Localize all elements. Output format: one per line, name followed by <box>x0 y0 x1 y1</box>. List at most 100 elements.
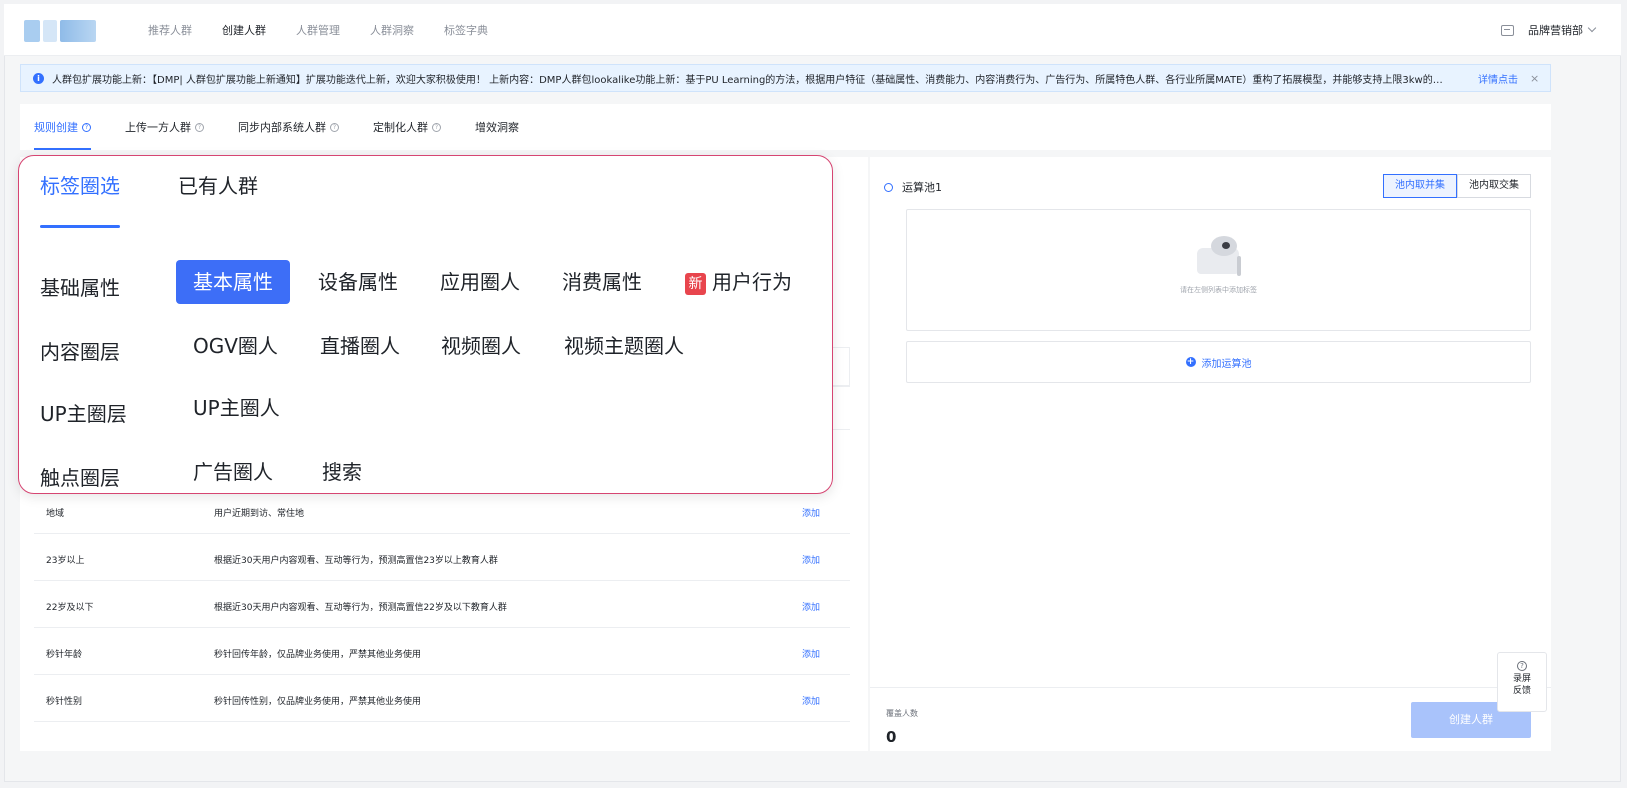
help-icon[interactable]: ? <box>432 122 441 132</box>
tag-name: 秒针性别 <box>46 697 83 707</box>
tab-custom[interactable]: 定制化人群 ? <box>373 104 441 150</box>
category-label: 基础属性 <box>40 276 120 300</box>
category-label: 触点圈层 <box>40 466 120 490</box>
tab-upload-first-party[interactable]: 上传一方人群 ? <box>125 104 204 150</box>
question-icon: ? <box>1517 661 1527 671</box>
feedback-button[interactable]: ? 录屏 反馈 <box>1497 652 1547 712</box>
category-row-content: 内容圈层 OGV圈人 直播圈人 视频圈人 视频主题圈人 <box>40 324 820 368</box>
chip-basic-attr[interactable]: 基本属性 <box>176 260 290 304</box>
coverage-value: 0 <box>886 728 897 746</box>
chip-user-behavior[interactable]: 新用户行为 <box>685 260 792 304</box>
chip-video-audience[interactable]: 视频圈人 <box>441 324 521 368</box>
category-row-basic: 基础属性 基本属性 设备属性 应用圈人 消费属性 新用户行为 <box>40 260 820 304</box>
add-tag-button[interactable]: 添加 <box>802 600 820 613</box>
top-nav: 推荐人群 创建人群 人群管理 人群洞察 标签字典 品牌营销部 <box>4 4 1621 56</box>
coverage-label: 覆盖人数 <box>886 709 918 718</box>
user-name: 品牌营销部 <box>1528 24 1583 37</box>
help-icon[interactable]: ? <box>195 122 204 132</box>
chip-live-audience[interactable]: 直播圈人 <box>320 324 400 368</box>
nav-item-manage[interactable]: 人群管理 <box>296 22 340 38</box>
chip-consume-attr[interactable]: 消费属性 <box>562 260 642 304</box>
panel-footer: 覆盖人数 0 创建人群 <box>870 687 1551 751</box>
chip-up-audience[interactable]: UP主圈人 <box>193 386 280 430</box>
pool-header: 运算池1 <box>884 179 942 195</box>
add-tag-button[interactable]: 添加 <box>802 647 820 660</box>
tag-name: 地域 <box>46 509 65 519</box>
tag-desc: 根据近30天用户内容观看、互动等行为，预测高置信22岁及以下教育人群 <box>214 603 507 613</box>
category-row-up: UP主圈层 UP主圈人 <box>40 386 820 430</box>
tag-desc: 根据近30天用户内容观看、互动等行为，预测高置信23岁以上教育人群 <box>214 556 498 566</box>
nav-item-insight[interactable]: 人群洞察 <box>370 22 414 38</box>
tab-label: 上传一方人群 <box>125 121 191 134</box>
nav-item-dictionary[interactable]: 标签字典 <box>444 22 488 38</box>
tag-name: 23岁以上 <box>46 556 85 566</box>
add-tag-button[interactable]: 添加 <box>802 553 820 566</box>
chip-ogv-audience[interactable]: OGV圈人 <box>193 324 278 368</box>
category-label: 内容圈层 <box>40 340 120 364</box>
table-row: 秒针年龄 秒针回传年龄，仅品牌业务使用，严禁其他业务使用 添加 <box>34 628 850 675</box>
operation-panel: 运算池1 池内取并集 池内取交集 请在左侧列表中添加标签 + 添加运算池 覆盖人… <box>870 157 1551 751</box>
notice-text: 人群包扩展功能上新：【DMP| 人群包扩展功能上新通知】扩展功能迭代上新，欢迎大… <box>52 74 1443 86</box>
tag-desc: 秒针回传年龄，仅品牌业务使用，严禁其他业务使用 <box>214 650 422 660</box>
plus-icon: + <box>1185 357 1196 367</box>
info-icon: i <box>33 72 44 84</box>
create-method-tabs: 规则创建 ? 上传一方人群 ? 同步内部系统人群 ? 定制化人群 ? 增效洞察 <box>20 104 1551 150</box>
tab-sync-internal[interactable]: 同步内部系统人群 ? <box>238 104 339 150</box>
chip-device-attr[interactable]: 设备属性 <box>318 260 398 304</box>
message-icon[interactable] <box>1501 24 1514 36</box>
chip-video-topic-audience[interactable]: 视频主题圈人 <box>564 324 684 368</box>
tag-category-popup: 标签圈选 已有人群 基础属性 基本属性 设备属性 应用圈人 消费属性 新用户行为… <box>18 155 833 494</box>
tag-desc: 用户近期到访、常住地 <box>214 509 305 519</box>
notice-detail-link[interactable]: 详情点击 <box>1478 71 1518 86</box>
help-icon[interactable]: ? <box>330 122 339 132</box>
table-row: 22岁及以下 根据近30天用户内容观看、互动等行为，预测高置信22岁及以下教育人… <box>34 581 850 628</box>
table-row: 地域 用户近期到访、常住地 添加 <box>34 487 850 534</box>
pool-title: 运算池1 <box>902 181 942 194</box>
tab-existing-audience[interactable]: 已有人群 <box>178 170 258 228</box>
chevron-down-icon <box>1587 23 1597 33</box>
tag-table: 地域 用户近期到访、常住地 添加 23岁以上 根据近30天用户内容观看、互动等行… <box>34 487 850 722</box>
nav-menu: 推荐人群 创建人群 人群管理 人群洞察 标签字典 <box>148 4 488 56</box>
nav-item-create[interactable]: 创建人群 <box>222 22 266 38</box>
logo <box>24 20 100 42</box>
pool-drop-zone: 请在左侧列表中添加标签 <box>906 209 1531 331</box>
empty-hint: 请在左侧列表中添加标签 <box>1180 286 1257 294</box>
intersect-button[interactable]: 池内取交集 <box>1457 174 1531 198</box>
tab-label: 规则创建 <box>34 121 78 134</box>
user-menu[interactable]: 品牌营销部 <box>1528 22 1597 38</box>
table-row: 秒针性别 秒针回传性别，仅品牌业务使用，严禁其他业务使用 添加 <box>34 675 850 722</box>
table-row: 23岁以上 根据近30天用户内容观看、互动等行为，预测高置信23岁以上教育人群 … <box>34 534 850 581</box>
popup-tabs: 标签圈选 已有人群 <box>40 170 258 228</box>
union-button[interactable]: 池内取并集 <box>1383 174 1457 198</box>
feedback-line1: 录屏 <box>1512 674 1531 684</box>
feedback-line2: 反馈 <box>1512 686 1531 696</box>
help-icon[interactable]: ? <box>82 122 91 132</box>
tab-tag-select[interactable]: 标签圈选 <box>40 170 120 228</box>
add-pool-button[interactable]: + 添加运算池 <box>906 341 1531 383</box>
tag-desc: 秒针回传性别，仅品牌业务使用，严禁其他业务使用 <box>214 697 422 707</box>
tab-label: 定制化人群 <box>373 121 428 134</box>
chip-label: 用户行为 <box>712 270 792 294</box>
tab-rule-create[interactable]: 规则创建 ? <box>34 104 91 150</box>
category-label: UP主圈层 <box>40 402 127 426</box>
tab-insight[interactable]: 增效洞察 <box>475 104 519 150</box>
nav-right: 品牌营销部 <box>1501 4 1597 56</box>
add-tag-button[interactable]: 添加 <box>802 506 820 519</box>
chip-search[interactable]: 搜索 <box>322 450 362 493</box>
add-tag-button[interactable]: 添加 <box>802 694 820 707</box>
tab-label: 增效洞察 <box>475 121 519 134</box>
close-icon[interactable]: × <box>1530 72 1539 85</box>
category-row-touchpoint: 触点圈层 广告圈人 搜索 <box>40 450 820 493</box>
empty-robot-icon <box>1191 234 1249 280</box>
chip-ad-audience[interactable]: 广告圈人 <box>193 450 273 493</box>
nav-item-recommend[interactable]: 推荐人群 <box>148 22 192 38</box>
tab-label: 同步内部系统人群 <box>238 121 326 134</box>
radio-icon[interactable] <box>884 182 893 192</box>
pool-mode-toggle: 池内取并集 池内取交集 <box>1383 174 1531 198</box>
chip-app-audience[interactable]: 应用圈人 <box>440 260 520 304</box>
tag-name: 秒针年龄 <box>46 650 83 660</box>
new-badge: 新 <box>685 273 706 295</box>
tag-name: 22岁及以下 <box>46 603 94 613</box>
add-pool-label: 添加运算池 <box>1201 358 1252 370</box>
notice-bar: i 人群包扩展功能上新：【DMP| 人群包扩展功能上新通知】扩展功能迭代上新，欢… <box>20 64 1551 92</box>
